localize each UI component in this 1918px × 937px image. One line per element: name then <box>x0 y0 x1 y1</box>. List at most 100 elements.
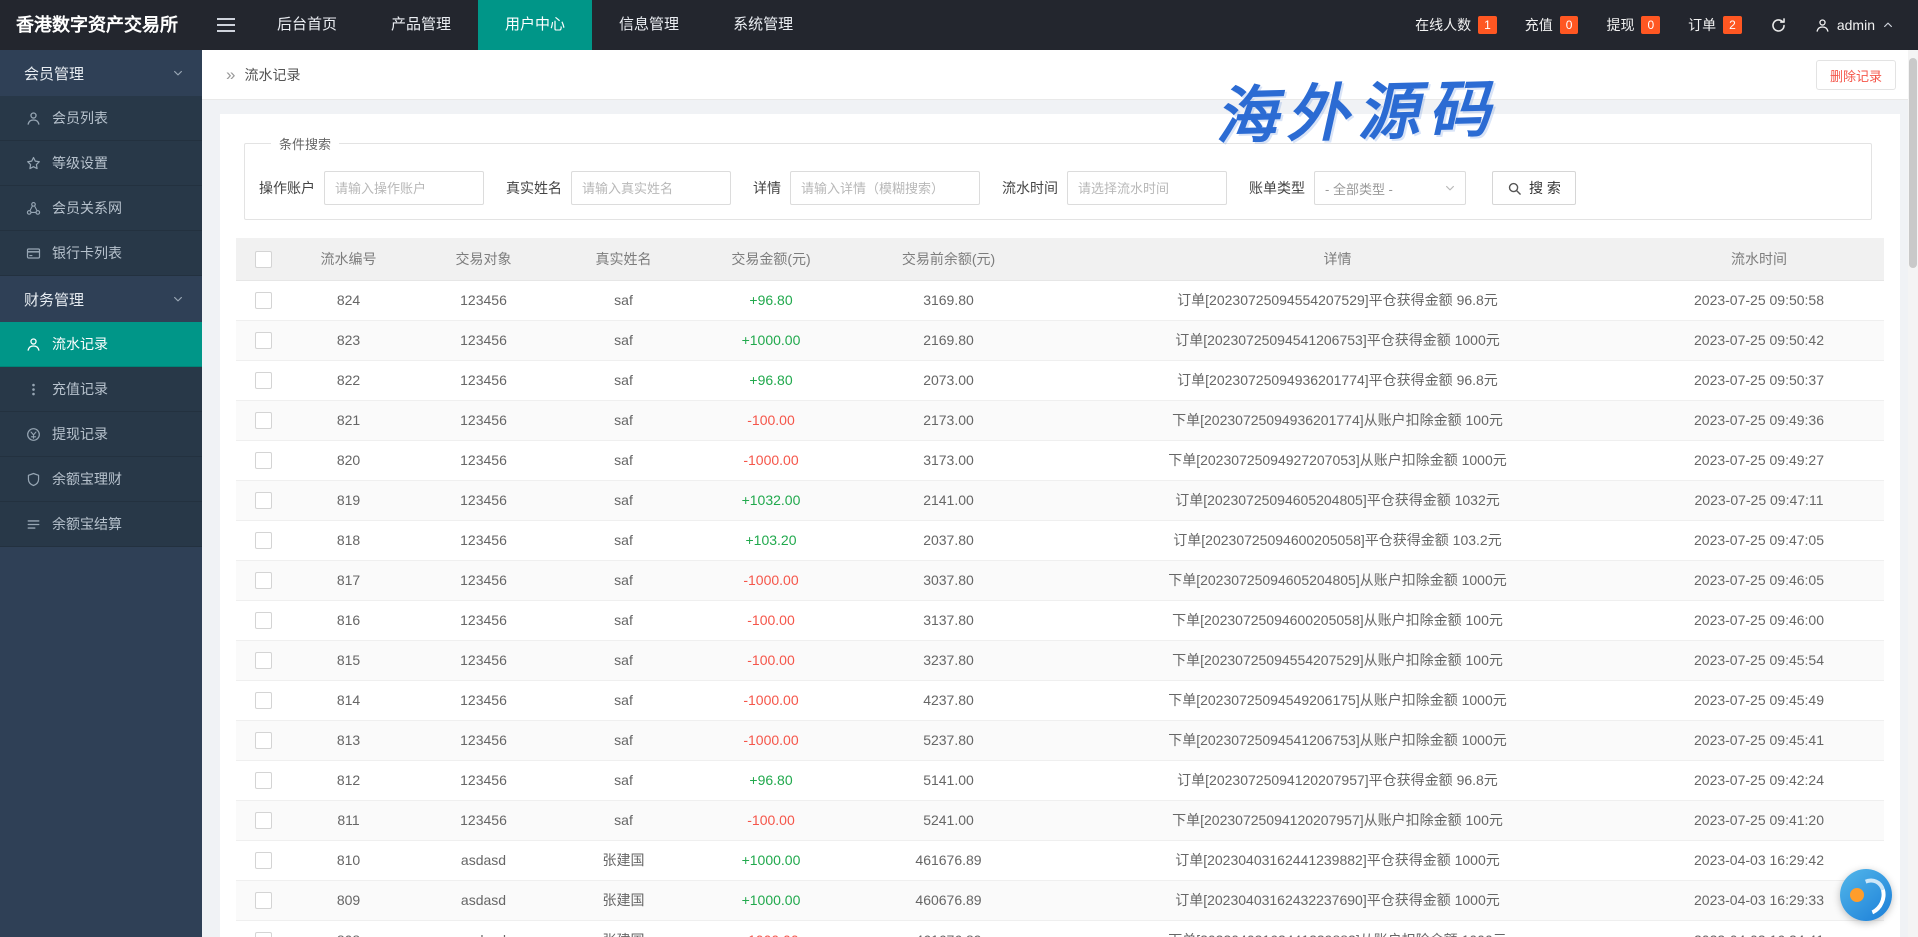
nav-item-3[interactable]: 信息管理 <box>592 0 706 50</box>
search-field-input-0[interactable] <box>324 171 484 205</box>
sidebar-group-label: 会员管理 <box>24 63 84 84</box>
person-icon <box>1815 18 1830 33</box>
cell-amount: +96.80 <box>686 760 856 800</box>
cell-id: 823 <box>291 320 406 360</box>
sidebar-item-0-0[interactable]: 会员列表 <box>0 96 202 141</box>
stat-item-1[interactable]: 充值0 <box>1525 15 1579 35</box>
flow-icon <box>26 337 41 352</box>
cell-amount: -100.00 <box>686 640 856 680</box>
table-header-4: 交易前余额(元) <box>856 238 1041 280</box>
sidebar-item-0-1[interactable]: 等级设置 <box>0 141 202 186</box>
nav-item-0[interactable]: 后台首页 <box>250 0 364 50</box>
scrollbar[interactable] <box>1908 50 1918 937</box>
bill-type-select[interactable]: - 全部类型 - <box>1314 171 1466 205</box>
search-field-label: 流水时间 <box>1002 178 1058 198</box>
table-row: 811123456saf-100.005241.00下单[20230725094… <box>236 800 1884 840</box>
cell-id: 808 <box>291 920 406 937</box>
top-nav: 后台首页产品管理用户中心信息管理系统管理 <box>250 0 820 50</box>
cell-id: 818 <box>291 520 406 560</box>
cell-amount: -1000.00 <box>686 440 856 480</box>
row-checkbox[interactable] <box>255 732 272 749</box>
row-checkbox[interactable] <box>255 572 272 589</box>
delete-records-button[interactable]: 删除记录 <box>1816 60 1896 90</box>
search-icon <box>1507 181 1522 196</box>
stat-item-0[interactable]: 在线人数1 <box>1415 15 1497 35</box>
row-checkbox[interactable] <box>255 492 272 509</box>
table-row: 816123456saf-100.003137.80下单[20230725094… <box>236 600 1884 640</box>
refresh-icon[interactable] <box>1770 17 1787 34</box>
cell-balance: 461676.89 <box>856 840 1041 880</box>
search-field-input-1[interactable] <box>571 171 731 205</box>
row-checkbox[interactable] <box>255 692 272 709</box>
sidebar-item-1-0[interactable]: 流水记录 <box>0 322 202 367</box>
cell-amount: -1000.00 <box>686 920 856 937</box>
sidebar-item-0-3[interactable]: 银行卡列表 <box>0 231 202 276</box>
main-content: » 流水记录 删除记录 条件搜索 操作账户真实姓名详情流水时间账单类型- 全部类… <box>202 50 1918 937</box>
cell-balance: 3137.80 <box>856 600 1041 640</box>
nav-item-2[interactable]: 用户中心 <box>478 0 592 50</box>
sidebar-item-1-4[interactable]: 余额宝结算 <box>0 502 202 547</box>
hamburger-icon[interactable] <box>202 0 250 50</box>
sidebar-item-0-2[interactable]: 会员关系网 <box>0 186 202 231</box>
user-menu[interactable]: admin <box>1815 17 1894 33</box>
row-checkbox[interactable] <box>255 532 272 549</box>
sidebar-item-1-3[interactable]: 余额宝理财 <box>0 457 202 502</box>
row-checkbox[interactable] <box>255 612 272 629</box>
cell-id: 821 <box>291 400 406 440</box>
stat-item-3[interactable]: 订单2 <box>1688 15 1742 35</box>
finance-icon <box>26 472 41 487</box>
cell-realname: saf <box>561 800 686 840</box>
row-checkbox[interactable] <box>255 852 272 869</box>
row-checkbox[interactable] <box>255 892 272 909</box>
sidebar-item-1-1[interactable]: 充值记录 <box>0 367 202 412</box>
row-checkbox[interactable] <box>255 652 272 669</box>
sidebar-group-0[interactable]: 会员管理 <box>0 50 202 96</box>
search-field-2: 详情 <box>753 171 980 205</box>
search-button[interactable]: 搜 索 <box>1492 171 1576 205</box>
row-checkbox[interactable] <box>255 412 272 429</box>
search-field-input-3[interactable] <box>1067 171 1227 205</box>
sidebar-item-label: 余额宝理财 <box>52 469 122 489</box>
settle-icon <box>26 517 41 532</box>
customer-service-float-button[interactable] <box>1840 869 1892 921</box>
cell-counterparty: 123456 <box>406 600 561 640</box>
cell-realname: 张建国 <box>561 920 686 937</box>
row-checkbox-cell <box>236 440 291 480</box>
sidebar-item-1-2[interactable]: 提现记录 <box>0 412 202 457</box>
stat-item-2[interactable]: 提现0 <box>1606 15 1660 35</box>
scrollbar-thumb[interactable] <box>1909 58 1917 268</box>
cell-counterparty: 123456 <box>406 680 561 720</box>
cell-id: 812 <box>291 760 406 800</box>
cell-id: 820 <box>291 440 406 480</box>
row-checkbox[interactable] <box>255 372 272 389</box>
row-checkbox[interactable] <box>255 812 272 829</box>
cell-balance: 5237.80 <box>856 720 1041 760</box>
sidebar-group-1[interactable]: 财务管理 <box>0 276 202 322</box>
cell-balance: 3037.80 <box>856 560 1041 600</box>
row-checkbox-cell <box>236 400 291 440</box>
nav-item-4[interactable]: 系统管理 <box>706 0 820 50</box>
table-row: 808asdasd张建国-1000.00461676.89下单[20230403… <box>236 920 1884 937</box>
cell-id: 814 <box>291 680 406 720</box>
row-checkbox[interactable] <box>255 292 272 309</box>
cell-time: 2023-07-25 09:50:42 <box>1634 320 1884 360</box>
row-checkbox[interactable] <box>255 772 272 789</box>
cell-id: 809 <box>291 880 406 920</box>
cell-counterparty: 123456 <box>406 360 561 400</box>
search-field-3: 流水时间 <box>1002 171 1227 205</box>
row-checkbox-cell <box>236 360 291 400</box>
cell-counterparty: asdasd <box>406 880 561 920</box>
select-all-checkbox[interactable] <box>255 251 272 268</box>
cell-counterparty: 123456 <box>406 760 561 800</box>
cell-counterparty: asdasd <box>406 920 561 937</box>
cell-counterparty: 123456 <box>406 400 561 440</box>
search-field-input-2[interactable] <box>790 171 980 205</box>
nav-item-1[interactable]: 产品管理 <box>364 0 478 50</box>
row-checkbox[interactable] <box>255 332 272 349</box>
row-checkbox-cell <box>236 760 291 800</box>
search-field-label: 详情 <box>753 178 781 198</box>
row-checkbox[interactable] <box>255 452 272 469</box>
cell-id: 822 <box>291 360 406 400</box>
cell-counterparty: 123456 <box>406 320 561 360</box>
row-checkbox[interactable] <box>255 932 272 937</box>
